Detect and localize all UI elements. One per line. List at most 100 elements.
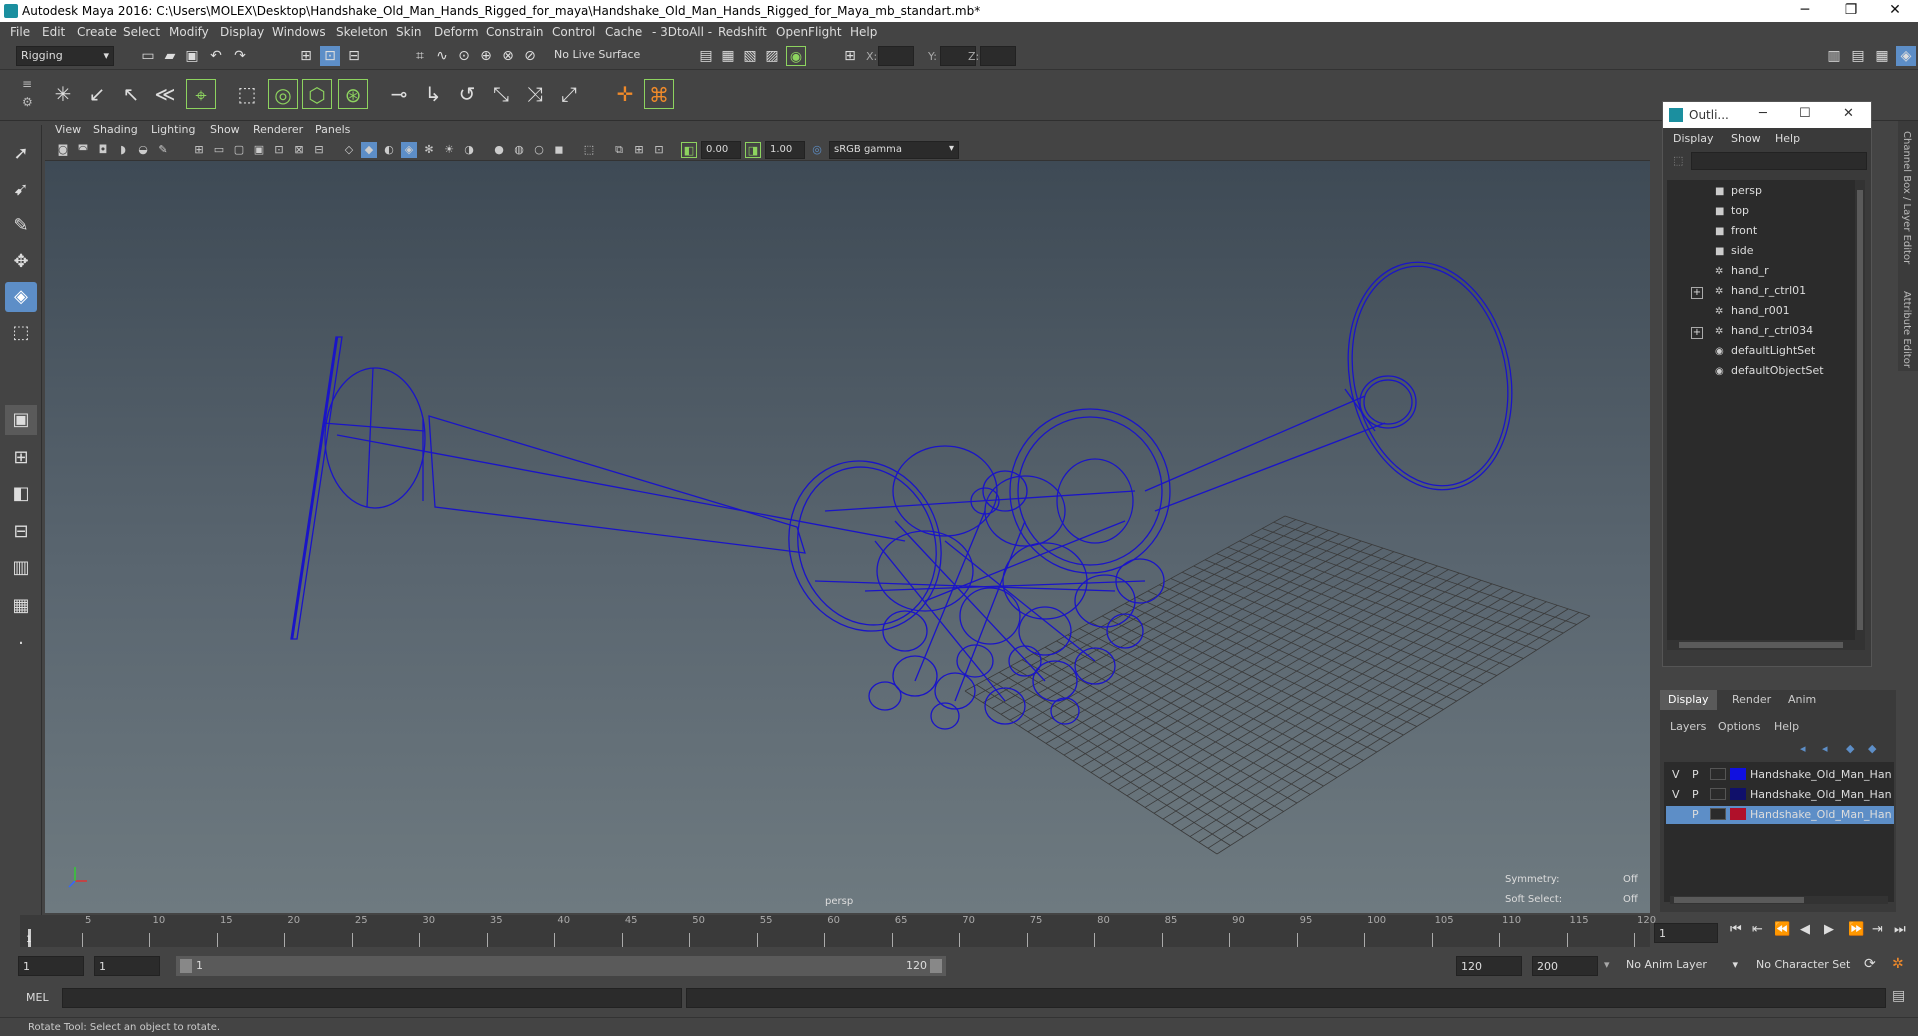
exposure-icon[interactable]: ◧	[681, 142, 697, 158]
anti-aliasing-icon[interactable]: ○	[531, 142, 547, 158]
vp-menu-shading[interactable]: Shading	[93, 123, 138, 136]
vp-menu-renderer[interactable]: Renderer	[253, 123, 303, 136]
render-view-icon[interactable]: ▨	[762, 46, 782, 66]
menu-file[interactable]: File	[10, 25, 30, 39]
color-management-icon[interactable]: ◎	[809, 142, 825, 158]
select-object-icon[interactable]: ⊡	[320, 46, 340, 66]
outliner-hscrollbar[interactable]	[1667, 640, 1855, 650]
filter-icon[interactable]: ⬚	[1673, 154, 1683, 167]
bind-skin-icon[interactable]: ⬚	[232, 79, 262, 109]
script-language-label[interactable]: MEL	[26, 991, 49, 1004]
safe-title-icon[interactable]: ⊟	[311, 142, 327, 158]
expand-toggle-icon[interactable]: +	[1691, 287, 1703, 299]
select-component-icon[interactable]: ⊟	[344, 46, 364, 66]
shelf-settings-icon[interactable]: ⚙	[22, 95, 33, 109]
gamma-icon[interactable]: ◨	[745, 142, 761, 158]
outliner-item[interactable]: ◉ defaultLightSet	[1715, 344, 1815, 362]
outliner-item[interactable]: ■ side	[1715, 244, 1754, 262]
layer-menu-layers[interactable]: Layers	[1670, 720, 1706, 733]
shadows-icon[interactable]: ◑	[461, 142, 477, 158]
snap-curve-icon[interactable]: ∿	[432, 46, 452, 66]
xray-icon[interactable]: ⧉	[611, 142, 627, 158]
new-layer-selected-icon[interactable]: ◆	[1868, 742, 1876, 755]
tab-render[interactable]: Render	[1724, 690, 1779, 710]
tab-anim[interactable]: Anim	[1780, 690, 1824, 710]
move-tool-icon[interactable]: ✥	[5, 247, 37, 277]
locator-icon[interactable]: ✛	[610, 79, 640, 109]
scene-start-field[interactable]: 1	[18, 956, 84, 976]
perspective-viewport[interactable]: persp Symmetry: Off Soft Select: Off	[45, 161, 1650, 913]
insert-joint-icon[interactable]: ≪	[150, 79, 180, 109]
layer-color-swatch[interactable]	[1730, 808, 1746, 820]
time-slider[interactable]: 5 10 15 20 25 30 35 40 45 50 55 60 65 70 75 80 85 90 95 100…	[20, 915, 1656, 947]
image-plane-icon[interactable]: ◗	[115, 142, 131, 158]
outliner-item[interactable]: ■ persp	[1715, 184, 1762, 202]
layer-playback-toggle[interactable]: P	[1692, 788, 1699, 801]
layer-name[interactable]: Handshake_Old_Man_Han	[1750, 768, 1892, 781]
vp-menu-panels[interactable]: Panels	[315, 123, 350, 136]
layer-name[interactable]: Handshake_Old_Man_Han	[1750, 808, 1892, 821]
shelf-options-icon[interactable]: ≡	[22, 77, 32, 91]
menu-windows[interactable]: Windows	[272, 25, 326, 39]
ik-spline-icon[interactable]: ↖	[116, 79, 146, 109]
smooth-shade-icon[interactable]: ◆	[361, 142, 377, 158]
outliner-search-input[interactable]	[1691, 152, 1867, 170]
textured-icon[interactable]: ✻	[421, 142, 437, 158]
scale-constraint-icon[interactable]: ⤡	[486, 79, 516, 109]
step-back-key-icon[interactable]: ⇤	[1752, 922, 1763, 937]
playback-end-field[interactable]: 120	[1456, 956, 1522, 976]
xray-joints-icon[interactable]: ⊞	[631, 142, 647, 158]
live-surface-field[interactable]: No Live Surface	[550, 46, 646, 66]
outliner-item[interactable]: ■ top	[1715, 204, 1749, 222]
gamma-field[interactable]: 1.00	[765, 141, 805, 159]
channel-box-tab[interactable]: Channel Box / Layer Editor	[1901, 131, 1912, 264]
safe-action-icon[interactable]: ⊠	[291, 142, 307, 158]
point-constraint-icon[interactable]: ⊸	[384, 79, 414, 109]
command-input[interactable]	[62, 988, 682, 1008]
move-layer-down-icon[interactable]: ◂	[1822, 742, 1828, 755]
skeleton-select-icon[interactable]: ⌖	[186, 79, 216, 109]
attribute-editor-icon[interactable]: ▤	[1848, 46, 1868, 66]
screen-space-ao-icon[interactable]: ●	[491, 142, 507, 158]
ik-handle-icon[interactable]: ↙	[82, 79, 112, 109]
outliner-vscrollbar[interactable]	[1855, 180, 1865, 650]
render-settings-icon[interactable]: ▤	[696, 46, 716, 66]
vp-menu-view[interactable]: View	[55, 123, 81, 136]
transform-mode-icon[interactable]: ⊞	[840, 46, 860, 66]
persp-outliner-layout-icon[interactable]: ◧	[5, 479, 37, 509]
orient-constraint-icon[interactable]: ↺	[452, 79, 482, 109]
lights-icon[interactable]: ☀	[441, 142, 457, 158]
tool-settings-icon[interactable]: ▦	[1872, 46, 1892, 66]
wireframe-icon[interactable]: ◇	[341, 142, 357, 158]
menu-display[interactable]: Display	[220, 25, 264, 39]
layer-row[interactable]: V P Handshake_Old_Man_Han	[1666, 786, 1894, 804]
outliner-menu-show[interactable]: Show	[1731, 132, 1761, 145]
rotate-tool-icon[interactable]: ◈	[5, 282, 37, 312]
layer-playback-toggle[interactable]: P	[1692, 808, 1699, 821]
snap-live-icon[interactable]: ⊘	[520, 46, 540, 66]
film-gate-icon[interactable]: ▭	[211, 142, 227, 158]
field-chart-icon[interactable]: ⊡	[271, 142, 287, 158]
wireframe-on-shaded-icon[interactable]: ◈	[401, 142, 417, 158]
menu-skin[interactable]: Skin	[396, 25, 422, 39]
layer-hscrollbar[interactable]	[1670, 896, 1888, 904]
character-set-dropdown[interactable]: No Character Set	[1752, 956, 1864, 976]
x-field[interactable]	[878, 46, 914, 66]
layer-name[interactable]: Handshake_Old_Man_Han	[1750, 788, 1892, 801]
menu-create[interactable]: Create	[77, 25, 117, 39]
aim-constraint-icon[interactable]: ↳	[418, 79, 448, 109]
lasso-tool-icon[interactable]: ➹	[5, 175, 37, 205]
paint-weights-icon[interactable]: ⬡	[302, 79, 332, 109]
attribute-editor-tab[interactable]: Attribute Editor	[1901, 291, 1912, 368]
snap-point-icon[interactable]: ⊙	[454, 46, 474, 66]
open-scene-icon[interactable]: ▰	[160, 46, 180, 66]
joint-tool-icon[interactable]: ✳	[48, 79, 78, 109]
menu-3dtoall[interactable]: - 3DtoAll -	[652, 25, 712, 39]
vp-menu-lighting[interactable]: Lighting	[151, 123, 195, 136]
undo-icon[interactable]: ↶	[206, 46, 226, 66]
mode-selector[interactable]: Rigging ▾	[16, 46, 114, 66]
layer-display-type[interactable]	[1710, 788, 1726, 800]
paint-select-icon[interactable]: ✎	[5, 211, 37, 241]
single-perspective-layout-icon[interactable]: ▣	[5, 405, 37, 435]
select-hierarchy-icon[interactable]: ⊞	[296, 46, 316, 66]
